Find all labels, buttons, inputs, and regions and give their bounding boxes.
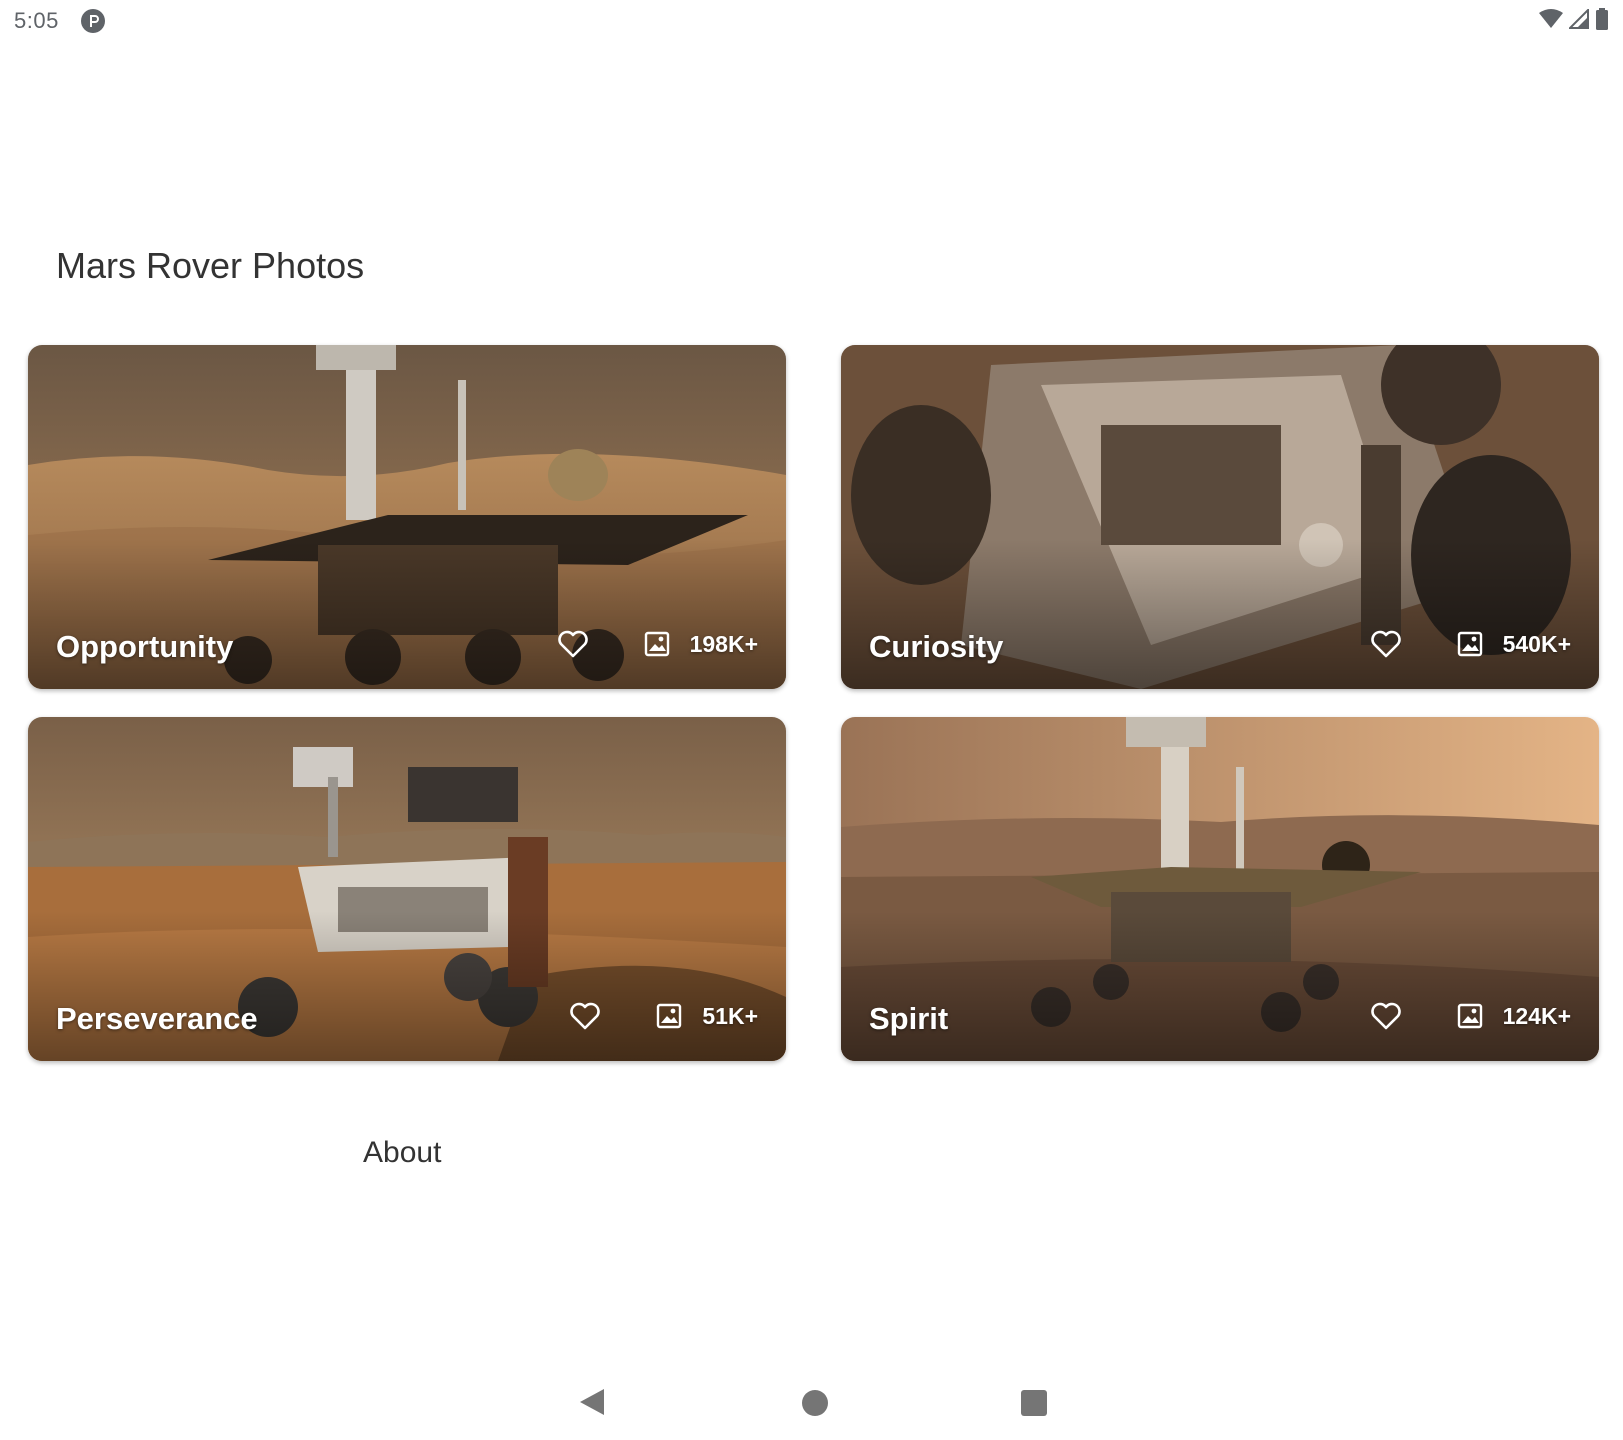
image-icon bbox=[1455, 629, 1485, 659]
card-actions: 51K+ bbox=[568, 999, 758, 1033]
card-actions: 198K+ bbox=[556, 627, 758, 661]
battery-icon bbox=[1595, 7, 1609, 35]
parking-app-icon bbox=[80, 8, 106, 34]
photo-count: 540K+ bbox=[1502, 630, 1571, 657]
card-actions: 540K+ bbox=[1369, 627, 1571, 661]
page-title: Mars Rover Photos bbox=[56, 245, 365, 286]
rover-name: Opportunity bbox=[56, 629, 234, 664]
card-shade bbox=[841, 539, 1599, 689]
card-shade bbox=[28, 911, 786, 1061]
cell-signal-icon bbox=[1567, 7, 1589, 34]
app-screen: 5:05 Mars Rover Photos Opportunity 198K+… bbox=[0, 0, 1623, 1440]
rover-name: Perseverance bbox=[56, 1001, 258, 1036]
wifi-icon bbox=[1539, 8, 1563, 34]
image-icon bbox=[642, 629, 672, 659]
photo-count: 51K+ bbox=[702, 1002, 758, 1029]
status-icons bbox=[1539, 7, 1609, 35]
heart-outline-icon[interactable] bbox=[1369, 627, 1403, 661]
rover-card-opportunity[interactable]: Opportunity 198K+ bbox=[28, 345, 786, 689]
status-bar: 5:05 bbox=[0, 0, 1623, 44]
card-actions: 124K+ bbox=[1369, 999, 1571, 1033]
rover-card-spirit[interactable]: Spirit 124K+ bbox=[841, 717, 1599, 1061]
photo-count: 198K+ bbox=[689, 630, 758, 657]
card-shade bbox=[841, 911, 1599, 1061]
home-icon[interactable] bbox=[802, 1390, 828, 1416]
navigation-bar bbox=[0, 1330, 1623, 1440]
heart-outline-icon[interactable] bbox=[568, 999, 602, 1033]
card-shade bbox=[28, 539, 786, 689]
image-icon bbox=[654, 1001, 684, 1031]
back-icon[interactable] bbox=[578, 1387, 606, 1417]
rover-name: Curiosity bbox=[869, 629, 1004, 664]
about-link[interactable]: About bbox=[363, 1136, 441, 1170]
heart-outline-icon[interactable] bbox=[1369, 999, 1403, 1033]
photo-count: 124K+ bbox=[1502, 1002, 1571, 1029]
status-time: 5:05 bbox=[14, 8, 59, 33]
rover-card-curiosity[interactable]: Curiosity 540K+ bbox=[841, 345, 1599, 689]
rover-name: Spirit bbox=[869, 1001, 949, 1036]
rover-card-perseverance[interactable]: Perseverance 51K+ bbox=[28, 717, 786, 1061]
recents-icon[interactable] bbox=[1021, 1390, 1047, 1416]
image-icon bbox=[1455, 1001, 1485, 1031]
heart-outline-icon[interactable] bbox=[556, 627, 590, 661]
